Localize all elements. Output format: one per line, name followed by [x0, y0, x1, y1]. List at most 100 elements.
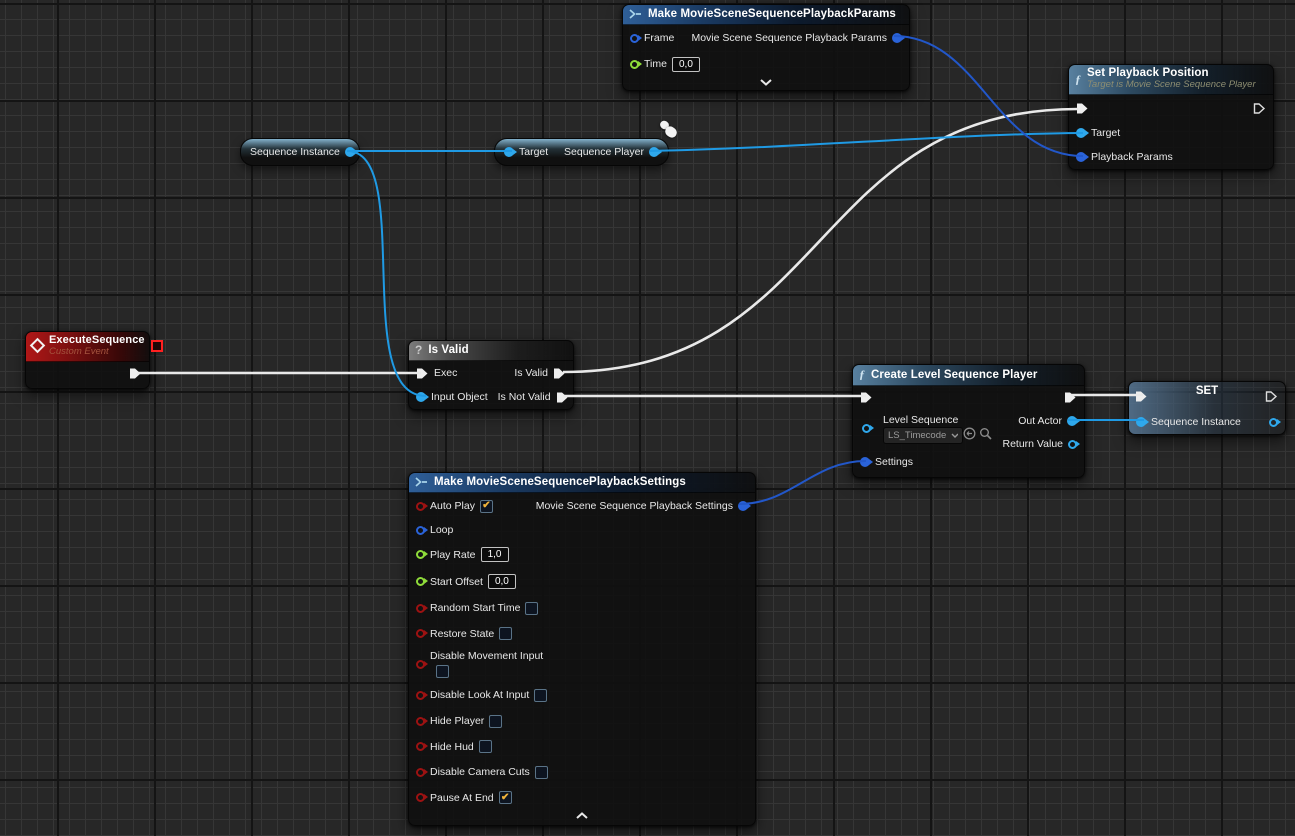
node-create-player-header[interactable]: ƒ Create Level Sequence Player — [853, 365, 1084, 386]
node-execute-sequence-header[interactable]: ExecuteSequence Custom Event — [26, 332, 149, 362]
node-get-sequence-player[interactable]: Target Sequence Player — [494, 138, 669, 166]
start-offset-input[interactable]: 0,0 — [488, 574, 516, 589]
wire-params-to-playbackparams[interactable] — [894, 36, 1083, 156]
restore-state-label: Restore State — [430, 628, 494, 640]
level-sequence-asset-dropdown[interactable]: LS_TimecodePr — [883, 427, 963, 444]
sequence-instance-input-pin[interactable] — [1136, 417, 1146, 427]
play-rate-input[interactable]: 1,0 — [481, 547, 509, 562]
disable-movement-input-pin[interactable] — [416, 660, 425, 669]
play-rate-label: Play Rate — [430, 549, 476, 561]
node-title: Is Valid — [428, 344, 468, 356]
target-pin[interactable] — [1076, 128, 1086, 138]
pause-at-end-pin[interactable] — [416, 793, 425, 802]
node-make-playback-params[interactable]: Make MovieSceneSequencePlaybackParams Fr… — [622, 4, 910, 91]
sequence-instance-output-pin[interactable] — [345, 147, 355, 157]
delegate-pin[interactable] — [151, 340, 163, 352]
frame-pin[interactable] — [630, 34, 639, 43]
time-value-input[interactable]: 0,0 — [672, 57, 700, 72]
auto-play-label: Auto Play — [430, 500, 475, 512]
loop-label: Loop — [430, 524, 453, 536]
hide-hud-checkbox[interactable] — [479, 740, 492, 753]
level-sequence-label: Level Sequence — [883, 414, 958, 426]
restore-state-pin[interactable] — [416, 629, 425, 638]
is-valid-exec-out-pin[interactable] — [553, 367, 566, 380]
time-pin[interactable] — [630, 60, 639, 69]
disable-movement-input-label: Disable Movement Input — [430, 650, 543, 662]
random-start-time-pin[interactable] — [416, 604, 425, 613]
return-value-pin[interactable] — [1068, 440, 1077, 449]
node-set-sequence-instance[interactable]: SET Sequence Instance — [1128, 381, 1286, 435]
disable-look-at-input-label: Disable Look At Input — [430, 689, 529, 701]
exec-out-pin[interactable] — [1064, 391, 1077, 404]
event-diamond-icon — [30, 338, 46, 354]
collapse-node-button[interactable] — [409, 810, 755, 823]
chevron-up-icon — [576, 812, 588, 819]
auto-play-pin[interactable] — [416, 502, 425, 511]
hide-hud-label: Hide Hud — [430, 741, 474, 753]
disable-look-at-input-checkbox[interactable] — [534, 689, 547, 702]
blueprint-graph-canvas[interactable]: Make MovieSceneSequencePlaybackParams Fr… — [0, 0, 1295, 836]
disable-look-at-input-pin[interactable] — [416, 691, 425, 700]
exec-in-pin[interactable] — [416, 367, 429, 380]
out-actor-pin[interactable] — [1067, 416, 1077, 426]
exec-in-pin[interactable] — [1076, 102, 1089, 115]
start-offset-label: Start Offset — [430, 576, 483, 588]
node-is-valid[interactable]: ? Is Valid Exec Is Valid Input Object Is… — [408, 340, 574, 410]
exec-out-pin[interactable] — [1265, 390, 1278, 403]
input-object-pin[interactable] — [416, 392, 426, 402]
use-selected-asset-icon[interactable] — [963, 427, 976, 440]
settings-output-pin[interactable] — [738, 501, 748, 511]
exec-in-pin[interactable] — [860, 391, 873, 404]
disable-movement-input-checkbox[interactable] — [436, 665, 449, 678]
node-title: Make MovieSceneSequencePlaybackParams — [648, 8, 896, 20]
node-make-settings-header[interactable]: Make MovieSceneSequencePlaybackSettings — [409, 473, 755, 493]
params-output-pin[interactable] — [892, 33, 902, 43]
exec-out-pin[interactable] — [1253, 102, 1266, 115]
node-create-level-sequence-player[interactable]: ƒ Create Level Sequence Player Level Seq… — [852, 364, 1085, 478]
disable-camera-cuts-checkbox[interactable] — [535, 766, 548, 779]
is-not-valid-out-label: Is Not Valid — [498, 391, 551, 403]
expand-node-button[interactable] — [623, 77, 909, 90]
target-pin-label: Target — [1091, 127, 1120, 139]
playback-params-pin[interactable] — [1076, 152, 1086, 162]
node-make-playback-settings[interactable]: Make MovieSceneSequencePlaybackSettings … — [408, 472, 756, 826]
node-subtitle: Custom Event — [49, 347, 145, 358]
browse-asset-icon[interactable] — [979, 427, 992, 440]
hide-player-checkbox[interactable] — [489, 715, 502, 728]
random-start-time-checkbox[interactable] — [525, 602, 538, 615]
target-pin-label: Target — [519, 146, 548, 158]
node-title: Make MovieSceneSequencePlaybackSettings — [434, 476, 686, 488]
wire-settings-to-createplayer[interactable] — [739, 461, 866, 504]
node-make-playback-params-header[interactable]: Make MovieSceneSequencePlaybackParams — [623, 5, 909, 25]
is-not-valid-exec-out-pin[interactable] — [556, 391, 569, 404]
exec-out-pin[interactable] — [129, 367, 142, 380]
settings-pin[interactable] — [860, 457, 870, 467]
node-title: SET — [1129, 385, 1285, 397]
params-output-label: Movie Scene Sequence Playback Params — [691, 32, 887, 44]
node-set-playback-position[interactable]: ƒ Set Playback Position Target is Movie … — [1068, 64, 1274, 170]
hide-hud-pin[interactable] — [416, 742, 425, 751]
play-rate-pin[interactable] — [416, 550, 425, 559]
node-execute-sequence-event[interactable]: ExecuteSequence Custom Event — [25, 331, 150, 389]
start-offset-pin[interactable] — [416, 577, 425, 586]
restore-state-checkbox[interactable] — [499, 627, 512, 640]
node-set-playback-position-header[interactable]: ƒ Set Playback Position Target is Movie … — [1069, 65, 1273, 95]
hide-player-pin[interactable] — [416, 717, 425, 726]
exec-in-pin[interactable] — [1135, 390, 1148, 403]
frame-pin-label: Frame — [644, 32, 674, 44]
time-pin-label: Time — [644, 58, 667, 70]
target-input-pin[interactable] — [504, 147, 514, 157]
loop-pin[interactable] — [416, 526, 425, 535]
settings-pin-label: Settings — [875, 456, 913, 468]
node-get-sequence-instance[interactable]: Sequence Instance — [240, 138, 360, 166]
wire-sequenceplayer-to-target[interactable] — [650, 133, 1083, 151]
level-sequence-pin[interactable] — [862, 424, 871, 433]
playback-params-pin-label: Playback Params — [1091, 151, 1173, 163]
disable-camera-cuts-pin[interactable] — [416, 768, 425, 777]
set-output-pin[interactable] — [1269, 418, 1278, 427]
auto-play-checkbox[interactable] — [480, 500, 493, 513]
pause-at-end-checkbox[interactable] — [499, 791, 512, 804]
make-struct-icon — [629, 9, 642, 19]
node-is-valid-header[interactable]: ? Is Valid — [409, 341, 573, 361]
sequence-player-output-pin[interactable] — [649, 147, 659, 157]
